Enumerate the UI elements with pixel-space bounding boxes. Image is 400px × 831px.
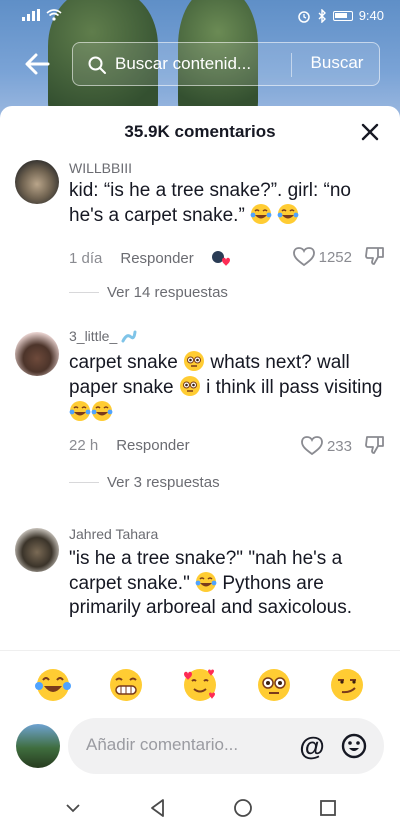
like-area[interactable]: 1252 <box>292 247 352 267</box>
laughing-crying-emoji-icon <box>250 204 272 224</box>
avatar[interactable] <box>15 160 59 204</box>
comment-text-part: carpet snake <box>69 352 184 373</box>
comment-time: 1 día <box>69 249 103 267</box>
search-divider <box>291 53 292 77</box>
reply-button[interactable]: Responder <box>116 437 189 454</box>
view-replies-link[interactable]: Ver 14 respuestas <box>69 284 228 301</box>
search-row: Buscar contenid... Buscar <box>0 42 400 86</box>
comment-item: WILLBBIII kid: “is he a tree snake?”. gi… <box>0 156 400 306</box>
flushed-emoji-icon[interactable] <box>255 666 293 704</box>
comments-count-title: 35.9K comentarios <box>124 122 276 141</box>
comment-input[interactable]: Añadir comentario... <box>86 735 238 755</box>
comment-username[interactable]: WILLBBIII <box>69 160 132 176</box>
creator-liked-icon <box>211 251 230 266</box>
comment-composer: Añadir comentario... @ <box>0 716 400 776</box>
emoji-picker-icon[interactable] <box>340 732 368 760</box>
laughing-crying-emoji-icon <box>91 401 113 421</box>
heart-icon[interactable] <box>301 436 323 456</box>
replies-divider <box>69 482 99 483</box>
snake-emoji-icon <box>121 330 137 343</box>
laughing-crying-emoji-icon <box>277 204 299 224</box>
comment-input-box[interactable]: Añadir comentario... @ <box>68 718 384 774</box>
comment-username[interactable]: 3_little_ <box>69 328 137 344</box>
search-icon <box>88 56 106 74</box>
comment-time: 22 h <box>69 437 99 454</box>
flushed-emoji-icon <box>179 376 200 396</box>
sheet-header: 35.9K comentarios <box>0 116 400 148</box>
comment-text-content: kid: “is he a tree snake?”. girl: “no he… <box>69 180 351 226</box>
laughing-crying-emoji-icon <box>195 572 217 592</box>
back-arrow-icon[interactable] <box>22 48 54 80</box>
alarm-icon <box>297 10 310 23</box>
like-count: 233 <box>326 437 352 455</box>
view-replies-label: Ver 14 respuestas <box>107 284 228 301</box>
status-bar: 9:40 <box>0 0 400 34</box>
back-triangle-icon[interactable] <box>146 796 170 820</box>
search-input[interactable]: Buscar contenid... <box>115 54 285 76</box>
bluetooth-icon <box>318 8 326 23</box>
laughing-crying-emoji-icon[interactable] <box>34 666 72 704</box>
grinning-emoji-icon[interactable] <box>107 666 145 704</box>
search-box[interactable]: Buscar contenid... Buscar <box>72 42 380 86</box>
laughing-crying-emoji-icon <box>69 401 91 421</box>
replies-divider <box>69 292 99 293</box>
divider <box>0 650 400 651</box>
signal-icon <box>22 9 40 21</box>
comment-item: 3_little_ carpet snake whats next? wall … <box>0 326 400 506</box>
wifi-icon <box>46 9 62 21</box>
view-replies-link[interactable]: Ver 3 respuestas <box>69 474 220 491</box>
comment-username[interactable]: Jahred Tahara <box>69 526 158 542</box>
comment-username-text: 3_little_ <box>69 328 118 344</box>
view-replies-label: Ver 3 respuestas <box>107 474 220 491</box>
comment-text-part: i think ill pass visiting <box>200 377 383 398</box>
mention-button[interactable]: @ <box>298 732 326 760</box>
like-count: 1252 <box>318 248 352 266</box>
comment-text: "is he a tree snake?" "nah he's a carpet… <box>69 547 387 620</box>
flushed-emoji-icon <box>184 351 205 371</box>
system-nav-bar <box>0 784 400 831</box>
status-time: 9:40 <box>358 8 384 23</box>
close-icon[interactable] <box>358 120 382 144</box>
recents-square-icon[interactable] <box>316 796 340 820</box>
heart-icon[interactable] <box>292 247 315 267</box>
comment-text: carpet snake whats next? wall paper snak… <box>69 350 387 425</box>
avatar[interactable] <box>15 332 59 376</box>
comment-meta: 22 h Responder <box>69 437 190 454</box>
comment-meta: 1 día Responder <box>69 248 232 268</box>
home-circle-icon[interactable] <box>231 796 255 820</box>
reply-button[interactable]: Responder <box>120 250 193 267</box>
chevron-down-icon[interactable] <box>61 796 85 820</box>
comment-item: Jahred Tahara "is he a tree snake?" "nah… <box>0 522 400 652</box>
battery-icon <box>332 10 353 21</box>
comment-text: kid: “is he a tree snake?”. girl: “no he… <box>69 179 387 228</box>
dislike-icon[interactable] <box>364 245 386 267</box>
like-area[interactable]: 233 <box>301 436 352 456</box>
avatar[interactable] <box>15 528 59 572</box>
dislike-icon[interactable] <box>364 434 386 456</box>
emoji-quick-bar <box>0 661 400 709</box>
user-avatar[interactable] <box>16 724 60 768</box>
smirking-emoji-icon[interactable] <box>328 666 366 704</box>
smiling-hearts-emoji-icon[interactable] <box>181 666 219 704</box>
search-button[interactable]: Buscar <box>305 53 369 77</box>
